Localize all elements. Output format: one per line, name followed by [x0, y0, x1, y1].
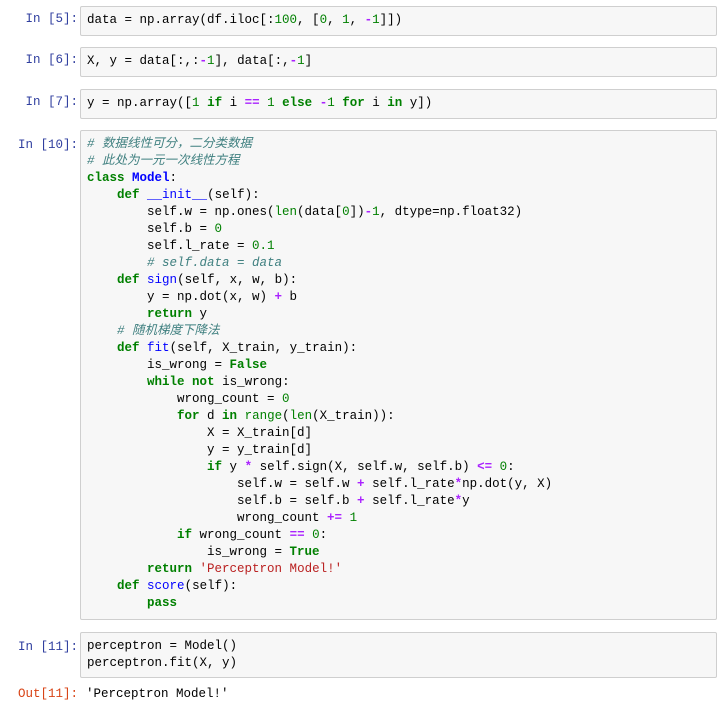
code-input[interactable]: X, y = data[:,:-1], data[:,-1] [80, 47, 717, 77]
code-text: y = np.array([1 if i == 1 else -1 for i … [87, 96, 433, 110]
output-text: 'Perceptron Model!' [86, 687, 229, 701]
code-cell-7[interactable]: In [7]: y = np.array([1 if i == 1 else -… [0, 89, 717, 119]
output-cell-11: Out[11]: 'Perceptron Model!' [0, 686, 717, 706]
code-text: perceptron = Model() perceptron.fit(X, y… [87, 639, 238, 670]
code-cell-6[interactable]: In [6]: X, y = data[:,:-1], data[:,-1] [0, 47, 717, 77]
code-input[interactable]: # 数据线性可分，二分类数据 # 此处为一元一次线性方程 class Model… [80, 130, 717, 620]
code-cell-10[interactable]: In [10]: # 数据线性可分，二分类数据 # 此处为一元一次线性方程 cl… [0, 130, 717, 620]
input-prompt: In [10]: [17, 138, 78, 152]
output-prompt: Out[11]: [17, 687, 78, 701]
code-input[interactable]: data = np.array(df.iloc[:100, [0, 1, -1]… [80, 6, 717, 36]
code-input[interactable]: y = np.array([1 if i == 1 else -1 for i … [80, 89, 717, 119]
code-input[interactable]: perceptron = Model() perceptron.fit(X, y… [80, 632, 717, 678]
input-prompt: In [7]: [25, 95, 78, 109]
input-prompt: In [6]: [25, 53, 78, 67]
code-cell-11[interactable]: In [11]: perceptron = Model() perceptron… [0, 632, 717, 678]
code-text: X, y = data[:,:-1], data[:,-1] [87, 54, 313, 68]
code-text: data = np.array(df.iloc[:100, [0, 1, -1]… [87, 13, 403, 27]
code-text: # 数据线性可分，二分类数据 # 此处为一元一次线性方程 class Model… [87, 137, 553, 610]
code-cell-5[interactable]: In [5]: data = np.array(df.iloc[:100, [0… [0, 6, 717, 36]
input-prompt: In [11]: [17, 640, 78, 654]
input-prompt: In [5]: [25, 12, 78, 26]
